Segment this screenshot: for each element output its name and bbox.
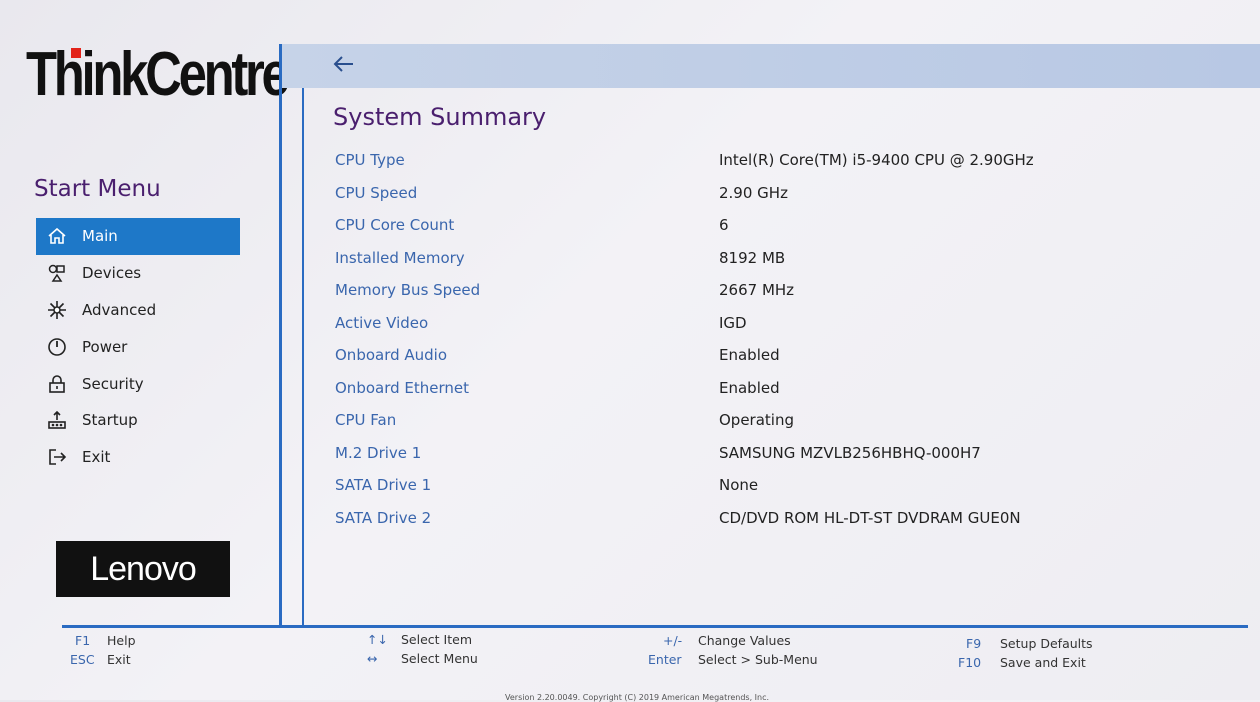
lock-icon xyxy=(46,373,68,395)
hint-key: F10 xyxy=(958,655,982,670)
hint-key: F9 xyxy=(966,636,982,651)
page-title: System Summary xyxy=(333,103,547,131)
hint-text: Select Menu xyxy=(401,651,478,666)
row-label: CPU Speed xyxy=(335,183,418,202)
hint-text: Setup Defaults xyxy=(1000,636,1093,651)
hint-setup-defaults: F9 Setup Defaults xyxy=(966,636,1093,651)
brand-name: ThinkCentre xyxy=(26,40,290,109)
home-icon xyxy=(46,225,68,247)
back-button[interactable] xyxy=(330,52,358,80)
hint-sub-menu: Enter Select > Sub-Menu xyxy=(648,652,818,667)
table-row: Active Video IGD xyxy=(335,307,1235,340)
hint-key: ↔ xyxy=(367,651,378,666)
hint-save-exit: F10 Save and Exit xyxy=(958,655,1086,670)
hint-key: Enter xyxy=(648,652,682,667)
start-menu-title: Start Menu xyxy=(34,176,161,202)
table-row: Installed Memory 8192 MB xyxy=(335,242,1235,275)
menu-item-label: Main xyxy=(82,227,118,246)
row-value: None xyxy=(719,476,759,495)
devices-icon xyxy=(46,262,68,284)
row-label: CPU Core Count xyxy=(335,216,455,235)
menu-item-exit[interactable]: Exit xyxy=(36,439,240,476)
row-value: IGD xyxy=(719,313,747,332)
menu-item-label: Advanced xyxy=(82,300,157,319)
menu-item-security[interactable]: Security xyxy=(36,365,240,402)
menu-item-main[interactable]: Main xyxy=(36,218,240,255)
row-label: CPU Fan xyxy=(335,411,397,430)
table-row: Memory Bus Speed 2667 MHz xyxy=(335,274,1235,307)
hint-text: Help xyxy=(107,633,136,648)
hint-select-menu: ↔ Select Menu xyxy=(367,651,478,666)
row-label: SATA Drive 1 xyxy=(335,476,432,495)
menu-item-power[interactable]: Power xyxy=(36,328,240,365)
menu-item-label: Devices xyxy=(82,264,142,283)
advanced-icon xyxy=(46,299,68,321)
hint-key: ↑↓ xyxy=(367,632,388,647)
row-value: Operating xyxy=(719,411,794,430)
row-value: 8192 MB xyxy=(719,248,786,267)
menu-item-label: Security xyxy=(82,374,144,393)
menu-item-advanced[interactable]: Advanced xyxy=(36,292,240,329)
hint-key: F1 xyxy=(75,633,91,648)
row-value: SAMSUNG MZVLB256HBHQ-000H7 xyxy=(719,443,981,462)
table-row: CPU Speed 2.90 GHz xyxy=(335,177,1235,210)
hint-text: Exit xyxy=(107,652,131,667)
menu-item-label: Startup xyxy=(82,411,138,430)
hint-help: F1 Help xyxy=(75,633,136,648)
power-icon xyxy=(46,336,68,358)
hint-select-item: ↑↓ Select Item xyxy=(367,632,472,647)
row-label: Active Video xyxy=(335,313,429,332)
hint-key: +/- xyxy=(663,633,683,648)
menu-item-startup[interactable]: Startup xyxy=(36,402,240,439)
footer-divider xyxy=(62,625,1248,628)
table-row: CPU Fan Operating xyxy=(335,404,1235,437)
hint-change-values: +/- Change Values xyxy=(663,633,791,648)
summary-table: CPU Type Intel(R) Core(TM) i5-9400 CPU @ … xyxy=(335,144,1235,534)
hint-text: Change Values xyxy=(698,633,791,648)
sidebar: ThinkCentre Start Menu Main Devices Adva… xyxy=(0,0,290,625)
row-value: Intel(R) Core(TM) i5-9400 CPU @ 2.90GHz xyxy=(719,151,1034,170)
exit-icon xyxy=(46,446,68,468)
row-value: 2667 MHz xyxy=(719,281,795,300)
table-row: Onboard Audio Enabled xyxy=(335,339,1235,372)
table-row: CPU Type Intel(R) Core(TM) i5-9400 CPU @ … xyxy=(335,144,1235,177)
brand-dot xyxy=(71,48,81,58)
row-value: CD/DVD ROM HL-DT-ST DVDRAM GUE0N xyxy=(719,508,1021,527)
startup-icon xyxy=(46,409,68,431)
back-arrow-icon xyxy=(332,52,356,80)
hint-text: Select > Sub-Menu xyxy=(698,652,818,667)
table-row: CPU Core Count 6 xyxy=(335,209,1235,242)
row-label: Installed Memory xyxy=(335,248,465,267)
table-row: Onboard Ethernet Enabled xyxy=(335,372,1235,405)
row-label: Onboard Audio xyxy=(335,346,448,365)
row-value: 6 xyxy=(719,216,729,235)
row-label: CPU Type xyxy=(335,151,405,170)
table-row: SATA Drive 1 None xyxy=(335,469,1235,502)
row-value: Enabled xyxy=(719,378,780,397)
copyright-text: Version 2.20.0049. Copyright (C) 2019 Am… xyxy=(505,693,770,702)
menu-item-label: Exit xyxy=(82,448,111,467)
top-bar xyxy=(282,44,1260,88)
menu-item-devices[interactable]: Devices xyxy=(36,255,240,292)
sidebar-divider xyxy=(279,44,282,626)
hint-text: Select Item xyxy=(401,632,472,647)
row-label: Onboard Ethernet xyxy=(335,378,470,397)
table-row: M.2 Drive 1 SAMSUNG MZVLB256HBHQ-000H7 xyxy=(335,437,1235,470)
row-label: Memory Bus Speed xyxy=(335,281,481,300)
hint-text: Save and Exit xyxy=(1000,655,1086,670)
menu-item-label: Power xyxy=(82,337,128,356)
table-row: SATA Drive 2 CD/DVD ROM HL-DT-ST DVDRAM G… xyxy=(335,502,1235,535)
lenovo-logo: Lenovo xyxy=(56,541,230,597)
row-label: SATA Drive 2 xyxy=(335,508,432,527)
start-menu: Main Devices Advanced Power Security Sta… xyxy=(36,218,240,476)
hint-exit: ESC Exit xyxy=(70,652,131,667)
row-value: 2.90 GHz xyxy=(719,183,788,202)
row-value: Enabled xyxy=(719,346,780,365)
row-label: M.2 Drive 1 xyxy=(335,443,422,462)
hint-key: ESC xyxy=(70,652,95,667)
